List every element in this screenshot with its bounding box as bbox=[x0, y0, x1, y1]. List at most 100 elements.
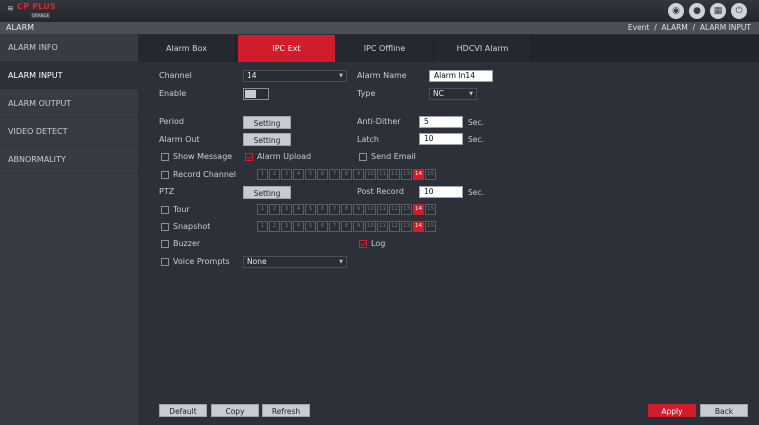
record-channel-10[interactable]: 10 bbox=[365, 169, 376, 180]
tab-ipc-offline[interactable]: IPC Offline bbox=[336, 35, 434, 62]
record-channel-2[interactable]: 2 bbox=[269, 169, 280, 180]
voice-prompts-select[interactable]: None ▼ bbox=[243, 256, 347, 268]
record-channel-9[interactable]: 9 bbox=[353, 169, 364, 180]
breadcrumb-alarm[interactable]: ALARM bbox=[662, 23, 688, 32]
tour-channel-13[interactable]: 13 bbox=[401, 204, 412, 215]
tour-channel-8[interactable]: 8 bbox=[341, 204, 352, 215]
tour-channel-5[interactable]: 5 bbox=[305, 204, 316, 215]
sidebar-item-abnormality[interactable]: ABNORMALITY bbox=[0, 146, 138, 174]
page-title: ALARM bbox=[6, 23, 35, 32]
record-channel-label: Record Channel bbox=[173, 170, 237, 179]
record-channel-13[interactable]: 13 bbox=[401, 169, 412, 180]
snapshot-channel-15[interactable]: 15 bbox=[425, 221, 436, 232]
snapshot-channel-2[interactable]: 2 bbox=[269, 221, 280, 232]
tour-channel-10[interactable]: 10 bbox=[365, 204, 376, 215]
snapshot-channel-13[interactable]: 13 bbox=[401, 221, 412, 232]
brand-logo: ≋ CP PLUS ORANGE bbox=[7, 2, 57, 20]
tour-channel-7[interactable]: 7 bbox=[329, 204, 340, 215]
alarm-upload-checkbox[interactable] bbox=[245, 153, 253, 161]
latch-label: Latch bbox=[357, 135, 379, 144]
tour-channel-4[interactable]: 4 bbox=[293, 204, 304, 215]
snapshot-channel-3[interactable]: 3 bbox=[281, 221, 292, 232]
record-channel-11[interactable]: 11 bbox=[377, 169, 388, 180]
tab-alarm-box[interactable]: Alarm Box bbox=[138, 35, 236, 62]
type-select[interactable]: NC ▼ bbox=[429, 88, 477, 100]
tab-ipc-ext[interactable]: IPC Ext bbox=[238, 35, 336, 62]
snapshot-checkbox[interactable] bbox=[161, 223, 169, 231]
tour-channel-3[interactable]: 3 bbox=[281, 204, 292, 215]
record-channel-12[interactable]: 12 bbox=[389, 169, 400, 180]
record-channel-8[interactable]: 8 bbox=[341, 169, 352, 180]
buzzer-checkbox[interactable] bbox=[161, 240, 169, 248]
record-channel-5[interactable]: 5 bbox=[305, 169, 316, 180]
send-email-label: Send Email bbox=[371, 152, 416, 161]
record-channel-6[interactable]: 6 bbox=[317, 169, 328, 180]
record-channel-checkbox[interactable] bbox=[161, 171, 169, 179]
sidebar-item-alarm-input[interactable]: ALARM INPUT bbox=[0, 62, 138, 90]
breadcrumb-separator: / bbox=[692, 23, 696, 32]
snapshot-channel-6[interactable]: 6 bbox=[317, 221, 328, 232]
power-icon[interactable]: ⏻ bbox=[731, 3, 747, 19]
channel-select[interactable]: 14 ▼ bbox=[243, 70, 347, 82]
log-label: Log bbox=[371, 239, 386, 248]
latch-input[interactable]: 10 bbox=[419, 133, 463, 145]
tour-channel-15[interactable]: 15 bbox=[425, 204, 436, 215]
snapshot-channel-4[interactable]: 4 bbox=[293, 221, 304, 232]
voice-prompts-checkbox[interactable] bbox=[161, 258, 169, 266]
snapshot-channel-9[interactable]: 9 bbox=[353, 221, 364, 232]
period-setting-button[interactable]: Setting bbox=[243, 116, 291, 129]
tour-channel-11[interactable]: 11 bbox=[377, 204, 388, 215]
enable-label: Enable bbox=[159, 89, 187, 98]
eye-icon[interactable]: ◉ bbox=[668, 3, 684, 19]
alarm-out-setting-button[interactable]: Setting bbox=[243, 133, 291, 146]
sidebar-item-video-detect[interactable]: VIDEO DETECT bbox=[0, 118, 138, 146]
record-channel-4[interactable]: 4 bbox=[293, 169, 304, 180]
breadcrumb-event[interactable]: Event bbox=[628, 23, 650, 32]
ptz-setting-button[interactable]: Setting bbox=[243, 186, 291, 199]
tour-channel-12[interactable]: 12 bbox=[389, 204, 400, 215]
send-email-checkbox[interactable] bbox=[359, 153, 367, 161]
record-channel-7[interactable]: 7 bbox=[329, 169, 340, 180]
refresh-button[interactable]: Refresh bbox=[262, 404, 310, 417]
voice-prompts-label: Voice Prompts bbox=[173, 257, 230, 266]
record-channel-grid: 1 2 3 4 5 6 7 8 9 10 11 12 13 14 15 bbox=[257, 169, 436, 180]
back-button[interactable]: Back bbox=[700, 404, 748, 417]
snapshot-channel-7[interactable]: 7 bbox=[329, 221, 340, 232]
tour-channel-1[interactable]: 1 bbox=[257, 204, 268, 215]
tour-checkbox[interactable] bbox=[161, 206, 169, 214]
post-record-label: Post Record bbox=[357, 187, 404, 196]
show-message-label: Show Message bbox=[173, 152, 233, 161]
tour-channel-9[interactable]: 9 bbox=[353, 204, 364, 215]
snapshot-channel-11[interactable]: 11 bbox=[377, 221, 388, 232]
snapshot-channel-5[interactable]: 5 bbox=[305, 221, 316, 232]
apply-button[interactable]: Apply bbox=[648, 404, 696, 417]
record-channel-3[interactable]: 3 bbox=[281, 169, 292, 180]
enable-toggle[interactable] bbox=[243, 88, 269, 100]
tour-channel-14[interactable]: 14 bbox=[413, 204, 424, 215]
record-channel-1[interactable]: 1 bbox=[257, 169, 268, 180]
record-channel-15[interactable]: 15 bbox=[425, 169, 436, 180]
snapshot-channel-10[interactable]: 10 bbox=[365, 221, 376, 232]
logo-mark-icon: ≋ bbox=[7, 4, 14, 13]
alarm-name-label: Alarm Name bbox=[357, 71, 407, 80]
tab-hdcvi-alarm[interactable]: HDCVI Alarm bbox=[434, 35, 532, 62]
post-record-input[interactable]: 10 bbox=[419, 186, 463, 198]
tour-channel-6[interactable]: 6 bbox=[317, 204, 328, 215]
buzzer-label: Buzzer bbox=[173, 239, 201, 248]
sidebar-item-alarm-info[interactable]: ALARM INFO bbox=[0, 34, 138, 62]
alarm-name-input[interactable]: Alarm In14 bbox=[429, 70, 493, 82]
snapshot-channel-8[interactable]: 8 bbox=[341, 221, 352, 232]
snapshot-channel-1[interactable]: 1 bbox=[257, 221, 268, 232]
tour-channel-2[interactable]: 2 bbox=[269, 204, 280, 215]
log-checkbox[interactable] bbox=[359, 240, 367, 248]
record-channel-14[interactable]: 14 bbox=[413, 169, 424, 180]
default-button[interactable]: Default bbox=[159, 404, 207, 417]
user-icon[interactable]: ● bbox=[689, 3, 705, 19]
snapshot-channel-14[interactable]: 14 bbox=[413, 221, 424, 232]
sidebar-item-alarm-output[interactable]: ALARM OUTPUT bbox=[0, 90, 138, 118]
anti-dither-input[interactable]: 5 bbox=[419, 116, 463, 128]
grid-icon[interactable]: ▦ bbox=[710, 3, 726, 19]
show-message-checkbox[interactable] bbox=[161, 153, 169, 161]
snapshot-channel-12[interactable]: 12 bbox=[389, 221, 400, 232]
copy-button[interactable]: Copy bbox=[211, 404, 259, 417]
